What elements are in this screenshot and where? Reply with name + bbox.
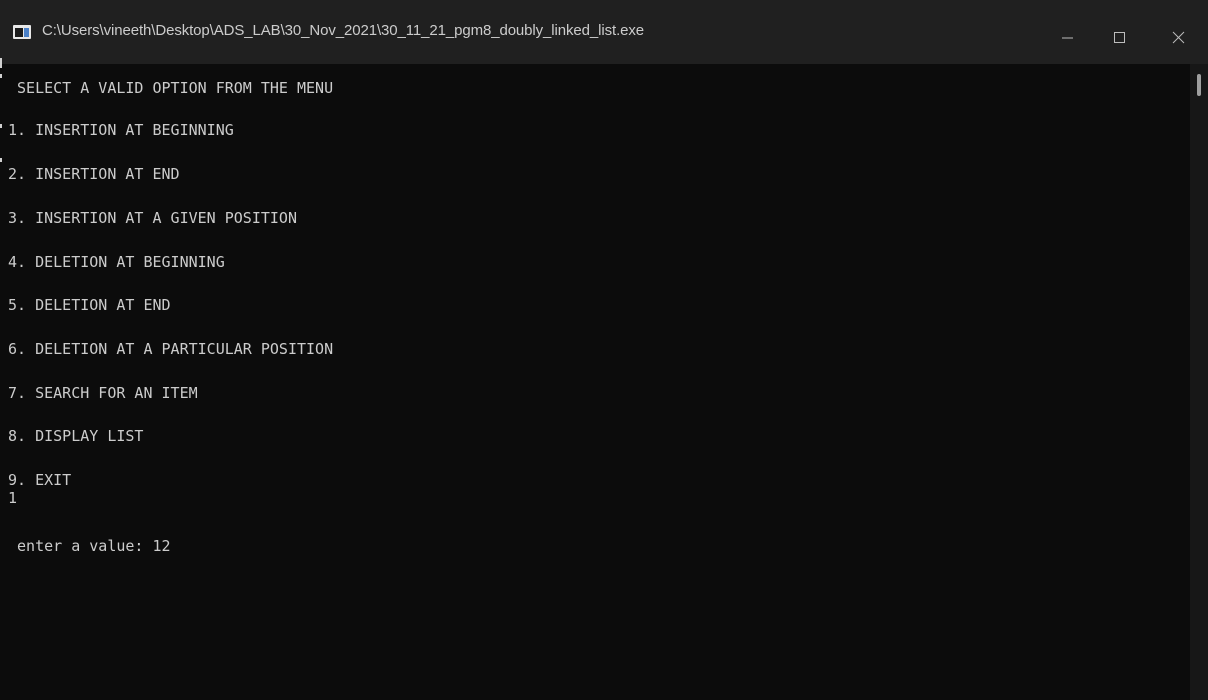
close-button[interactable] bbox=[1150, 0, 1208, 64]
menu-item-9: 9. EXIT bbox=[8, 471, 72, 489]
menu-item-3: 3. INSERTION AT A GIVEN POSITION bbox=[8, 209, 297, 227]
close-icon bbox=[1172, 31, 1185, 44]
scrollbar-thumb[interactable] bbox=[1197, 74, 1201, 96]
minimize-icon bbox=[1062, 37, 1073, 39]
left-edge-mark bbox=[0, 124, 2, 128]
console-app-icon[interactable] bbox=[13, 25, 31, 39]
menu-item-4: 4. DELETION AT BEGINNING bbox=[8, 253, 225, 271]
console-app-icon-cursor bbox=[24, 28, 29, 37]
menu-item-5: 5. DELETION AT END bbox=[8, 296, 171, 314]
left-edge-mark bbox=[0, 58, 2, 68]
menu-item-7: 7. SEARCH FOR AN ITEM bbox=[8, 384, 198, 402]
menu-item-8: 8. DISPLAY LIST bbox=[8, 427, 144, 445]
left-edge-mark bbox=[0, 74, 2, 78]
console-window: C:\Users\vineeth\Desktop\ADS_LAB\30_Nov_… bbox=[0, 0, 1208, 700]
window-title: C:\Users\vineeth\Desktop\ADS_LAB\30_Nov_… bbox=[42, 22, 645, 39]
vertical-scrollbar[interactable] bbox=[1190, 64, 1208, 700]
left-edge-mark bbox=[0, 158, 2, 162]
console-output[interactable]: SELECT A VALID OPTION FROM THE MENU 1. I… bbox=[0, 58, 1190, 700]
menu-header: SELECT A VALID OPTION FROM THE MENU bbox=[8, 79, 334, 97]
user-choice-input: 1 bbox=[8, 489, 18, 507]
menu-item-1: 1. INSERTION AT BEGINNING bbox=[8, 121, 234, 139]
title-bar[interactable]: C:\Users\vineeth\Desktop\ADS_LAB\30_Nov_… bbox=[0, 0, 1208, 64]
minimize-button[interactable] bbox=[1038, 0, 1096, 64]
maximize-button[interactable] bbox=[1090, 0, 1148, 64]
maximize-icon bbox=[1114, 32, 1125, 43]
console-app-icon-screen bbox=[15, 28, 23, 37]
menu-item-2: 2. INSERTION AT END bbox=[8, 165, 180, 183]
value-prompt: enter a value: 12 bbox=[8, 537, 171, 555]
menu-item-6: 6. DELETION AT A PARTICULAR POSITION bbox=[8, 340, 334, 358]
